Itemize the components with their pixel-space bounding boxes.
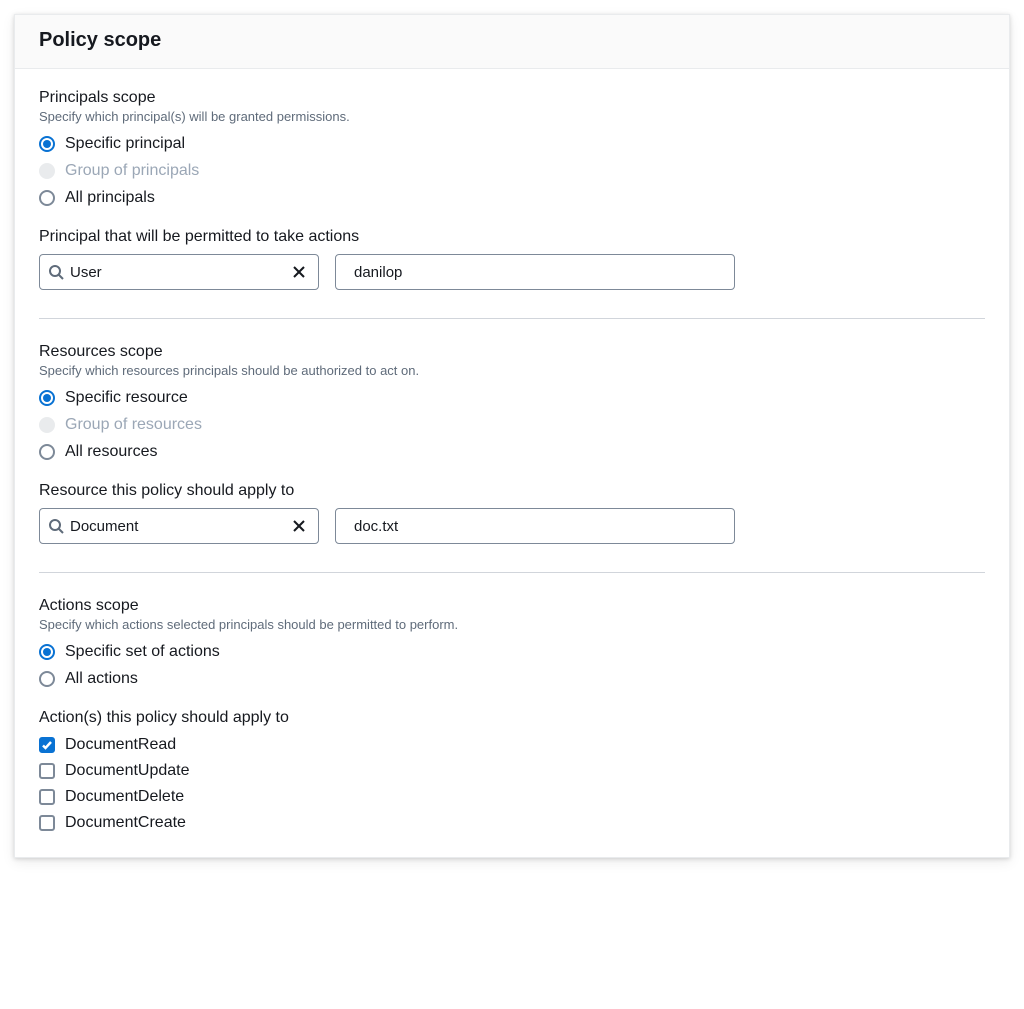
radio-label: Group of principals: [65, 161, 199, 181]
radio-icon: [39, 163, 55, 179]
actions-checkbox-group: DocumentRead DocumentUpdate: [39, 735, 985, 833]
radio-label: All actions: [65, 669, 138, 689]
radio-label: Specific set of actions: [65, 642, 220, 662]
principal-type-input[interactable]: User: [39, 254, 319, 290]
checkbox-icon: [39, 815, 55, 831]
principals-desc: Specify which principal(s) will be grant…: [39, 109, 985, 124]
card-header: Policy scope: [15, 15, 1009, 69]
checkbox-document-create[interactable]: DocumentCreate: [39, 813, 985, 833]
resource-name-value: doc.txt: [348, 518, 722, 535]
clear-icon[interactable]: [288, 515, 310, 537]
radio-icon: [39, 390, 55, 406]
checkbox-icon: [39, 789, 55, 805]
principal-name-input[interactable]: danilop: [335, 254, 735, 290]
resources-desc: Specify which resources principals shoul…: [39, 363, 985, 378]
actions-field-label: Action(s) this policy should apply to: [39, 709, 985, 727]
principals-radio-group: Specific principal Group of principals A…: [39, 134, 985, 208]
radio-icon: [39, 671, 55, 687]
radio-label: Specific resource: [65, 388, 188, 408]
checkbox-document-update[interactable]: DocumentUpdate: [39, 761, 985, 781]
radio-icon: [39, 190, 55, 206]
checkbox-label: DocumentRead: [65, 735, 176, 755]
radio-all-principals[interactable]: All principals: [39, 188, 985, 208]
radio-icon: [39, 136, 55, 152]
checkbox-label: DocumentDelete: [65, 787, 184, 807]
divider: [39, 318, 985, 319]
radio-label: All principals: [65, 188, 155, 208]
radio-icon: [39, 644, 55, 660]
resource-name-input[interactable]: doc.txt: [335, 508, 735, 544]
resource-type-value: Document: [64, 518, 288, 535]
page-title: Policy scope: [39, 29, 985, 52]
actions-radio-group: Specific set of actions All actions: [39, 642, 985, 689]
principal-name-value: danilop: [348, 264, 722, 281]
principal-field-label: Principal that will be permitted to take…: [39, 228, 985, 246]
resource-field-label: Resource this policy should apply to: [39, 482, 985, 500]
actions-title: Actions scope: [39, 597, 985, 615]
checkbox-document-delete[interactable]: DocumentDelete: [39, 787, 985, 807]
policy-scope-card: Policy scope Principals scope Specify wh…: [14, 14, 1010, 858]
resources-title: Resources scope: [39, 343, 985, 361]
search-icon: [48, 264, 64, 280]
actions-section: Actions scope Specify which actions sele…: [39, 597, 985, 833]
radio-specific-actions[interactable]: Specific set of actions: [39, 642, 985, 662]
radio-all-resources[interactable]: All resources: [39, 442, 985, 462]
radio-icon: [39, 417, 55, 433]
resources-radio-group: Specific resource Group of resources All…: [39, 388, 985, 462]
principal-type-value: User: [64, 264, 288, 281]
radio-icon: [39, 444, 55, 460]
principals-title: Principals scope: [39, 89, 985, 107]
divider: [39, 572, 985, 573]
clear-icon[interactable]: [288, 261, 310, 283]
checkbox-icon: [39, 737, 55, 753]
checkbox-label: DocumentCreate: [65, 813, 186, 833]
actions-desc: Specify which actions selected principal…: [39, 617, 985, 632]
checkbox-icon: [39, 763, 55, 779]
radio-specific-principal[interactable]: Specific principal: [39, 134, 985, 154]
radio-label: All resources: [65, 442, 157, 462]
radio-specific-resource[interactable]: Specific resource: [39, 388, 985, 408]
radio-group-resources: Group of resources: [39, 415, 985, 435]
radio-label: Group of resources: [65, 415, 202, 435]
checkbox-document-read[interactable]: DocumentRead: [39, 735, 985, 755]
search-icon: [48, 518, 64, 534]
radio-group-principals: Group of principals: [39, 161, 985, 181]
resources-section: Resources scope Specify which resources …: [39, 343, 985, 544]
radio-label: Specific principal: [65, 134, 185, 154]
resource-type-input[interactable]: Document: [39, 508, 319, 544]
radio-all-actions[interactable]: All actions: [39, 669, 985, 689]
principals-section: Principals scope Specify which principal…: [39, 89, 985, 290]
checkbox-label: DocumentUpdate: [65, 761, 190, 781]
